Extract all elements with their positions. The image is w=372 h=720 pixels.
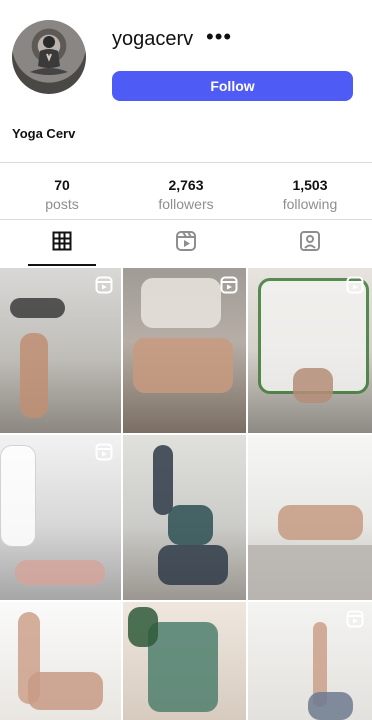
stat-following-value: 1,503 — [292, 177, 328, 193]
reel-badge-icon — [346, 276, 364, 294]
reel-badge-icon — [220, 276, 238, 294]
stat-followers-label: followers — [158, 196, 214, 212]
follow-button[interactable]: Follow — [112, 71, 353, 101]
post-tile-5[interactable] — [123, 435, 246, 600]
reel-badge-icon — [95, 276, 113, 294]
post-tile-6[interactable] — [248, 435, 372, 600]
post-tile-4[interactable] — [0, 435, 121, 600]
stat-posts-value: 70 — [54, 177, 70, 193]
avatar-meditation-figure — [30, 36, 68, 75]
post-tile-8[interactable] — [123, 602, 246, 720]
profile-tabs — [0, 220, 372, 266]
profile-display-name: Yoga Cerv — [12, 126, 76, 141]
stat-following-label: following — [282, 196, 338, 212]
stat-following[interactable]: 1,503 following — [248, 163, 372, 219]
post-tile-9[interactable] — [248, 602, 372, 720]
grid-icon — [52, 231, 72, 256]
post-tile-7[interactable] — [0, 602, 121, 720]
profile-username: yogacerv — [112, 28, 194, 50]
profile-avatar[interactable] — [12, 20, 86, 94]
profile-header: yogacerv ••• Follow Yoga Cerv — [0, 0, 372, 163]
reels-icon — [175, 230, 197, 257]
stat-followers-value: 2,763 — [168, 177, 204, 193]
tagged-icon — [299, 230, 321, 257]
stat-followers[interactable]: 2,763 followers — [124, 163, 248, 219]
tab-tagged[interactable] — [248, 220, 372, 266]
post-tile-3[interactable] — [248, 268, 372, 433]
tab-reels[interactable] — [124, 220, 248, 266]
more-options-icon[interactable]: ••• — [206, 24, 232, 50]
stat-posts-label: posts — [45, 196, 79, 212]
profile-stats: 70 posts 2,763 followers 1,503 following — [0, 163, 372, 220]
post-tile-2[interactable] — [123, 268, 246, 433]
stat-posts[interactable]: 70 posts — [0, 163, 124, 219]
post-tile-1[interactable] — [0, 268, 121, 433]
reel-badge-icon — [346, 610, 364, 628]
reel-badge-icon — [95, 443, 113, 461]
tab-posts[interactable] — [0, 220, 124, 266]
posts-grid — [0, 268, 372, 720]
